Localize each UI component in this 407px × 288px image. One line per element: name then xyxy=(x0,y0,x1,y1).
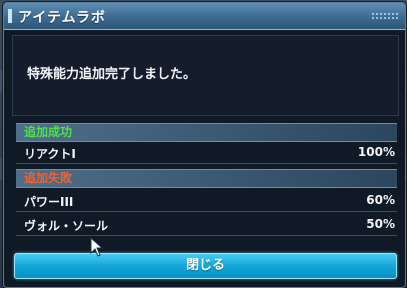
success-section-header: 追加成功 xyxy=(16,123,397,142)
close-button[interactable]: 閉じる xyxy=(14,253,397,279)
ability-name: リアクトI xyxy=(24,147,76,161)
window-title: アイテムラボ xyxy=(18,10,106,26)
ability-rate: 50% xyxy=(366,217,395,231)
title-accent xyxy=(8,9,12,23)
ability-name: パワーIII xyxy=(24,195,74,209)
item-lab-dialog: アイテムラボ 特殊能力追加完了しました。 追加成功 リアクトI 100% 追加失… xyxy=(3,2,406,288)
titlebar: アイテムラボ xyxy=(4,3,405,30)
failure-section-label: 追加失敗 xyxy=(24,171,73,185)
result-row-success: リアクトI 100% xyxy=(16,143,397,164)
ability-rate: 60% xyxy=(366,193,395,207)
failure-section-header: 追加失敗 xyxy=(16,169,397,188)
success-section-label: 追加成功 xyxy=(24,125,73,139)
result-row-failure: ヴォル・ソール 50% xyxy=(16,215,397,236)
result-row-failure: パワーIII 60% xyxy=(16,191,397,212)
ability-rate: 100% xyxy=(357,145,395,159)
ability-name: ヴォル・ソール xyxy=(24,219,109,233)
title-dots-decoration xyxy=(371,12,399,20)
message-box: 特殊能力追加完了しました。 xyxy=(12,35,399,116)
mouse-cursor-icon xyxy=(90,237,104,257)
message-text: 特殊能力追加完了しました。 xyxy=(27,67,197,82)
